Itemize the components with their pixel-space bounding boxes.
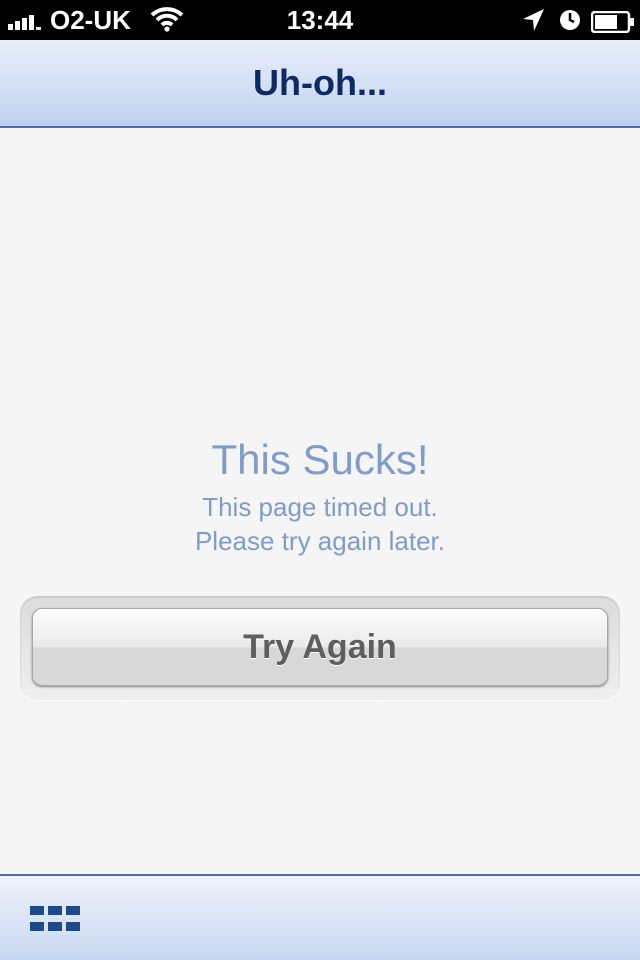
- bottom-toolbar: [0, 874, 640, 960]
- alarm-clock-icon: [558, 8, 582, 39]
- error-message-line-1: This page timed out.: [202, 492, 438, 522]
- status-bar: O2-UK 13:44: [0, 0, 640, 40]
- page-title: Uh-oh...: [253, 62, 387, 103]
- error-message: This page timed out. Please try again la…: [0, 490, 640, 558]
- error-content: This Sucks! This page timed out. Please …: [0, 128, 640, 874]
- screen: O2-UK 13:44 Uh-oh... This Sucks! This pa…: [0, 0, 640, 960]
- error-headline: This Sucks!: [211, 436, 429, 483]
- location-arrow-icon: [521, 7, 547, 40]
- try-again-label: Try Again: [243, 628, 397, 666]
- try-again-button[interactable]: Try Again: [32, 608, 608, 686]
- error-message-line-2: Please try again later.: [194, 526, 446, 556]
- button-well: Try Again: [20, 596, 620, 700]
- nav-bar: Uh-oh...: [0, 40, 640, 128]
- grid-menu-icon[interactable]: [26, 902, 82, 938]
- battery-icon: [590, 9, 635, 40]
